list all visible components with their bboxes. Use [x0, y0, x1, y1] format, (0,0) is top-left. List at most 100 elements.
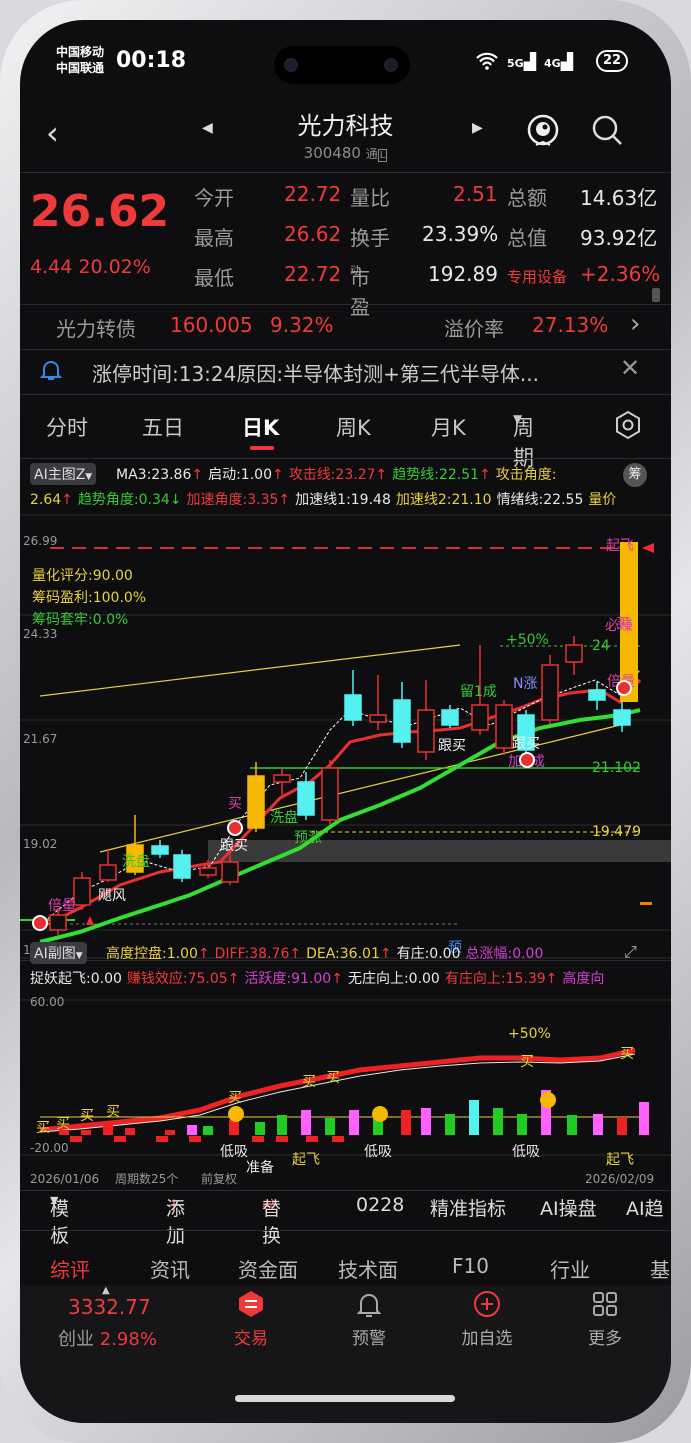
sub-bar: [125, 1128, 135, 1135]
sub-bar: [255, 1122, 265, 1135]
signal-5g-label: 5G: [507, 57, 524, 70]
settings-icon[interactable]: [613, 410, 643, 444]
open-value: 22.72: [284, 182, 342, 206]
sub-annotation-qifei: 起飞: [292, 1152, 320, 1168]
candle-body: [393, 699, 411, 743]
indicator-item: MA3:23.86↑: [116, 467, 204, 483]
more-button[interactable]: 更多: [560, 1289, 650, 1349]
ai-trend-button[interactable]: AI趋: [626, 1194, 664, 1221]
sub-neg-bar: [332, 1136, 344, 1142]
add-label: 添加: [166, 1198, 186, 1247]
tab-fenshi[interactable]: 分时: [46, 412, 88, 442]
sector-name[interactable]: 专用设备: [507, 266, 567, 287]
tab-f10[interactable]: F10: [452, 1254, 489, 1278]
more-label: 更多: [588, 1329, 622, 1349]
candle-body: [565, 644, 583, 663]
ai-op-button[interactable]: AI操盘: [540, 1194, 597, 1221]
sub-indicator-selector[interactable]: AI副图▼: [30, 942, 87, 964]
alert-button[interactable]: 预警: [324, 1289, 414, 1349]
pe-label: 市盈动: [350, 262, 370, 319]
bond-row[interactable]: 光力转债 160.005 9.32% 溢价率 27.13% ›: [20, 305, 671, 349]
indicator-item: 高度控盘:1.00↑: [106, 946, 210, 962]
indicator-item: 情绪线:22.55: [496, 492, 584, 508]
sub-y-label: 60.00: [30, 995, 64, 1009]
indicator-item: 高度向: [562, 971, 605, 987]
indicator-item: 2.64↑: [30, 492, 73, 508]
tab-rik[interactable]: 日K: [242, 412, 279, 442]
tab-zongping[interactable]: 综评: [50, 1254, 90, 1283]
chevron-right-icon: ›: [630, 309, 641, 339]
sub-bar: [277, 1115, 287, 1135]
trade-button[interactable]: 交易: [206, 1289, 296, 1349]
candle-body: [495, 704, 513, 749]
quant-score: 量化评分:90.00: [32, 568, 133, 584]
grid-icon: [593, 1292, 617, 1316]
sub-indicator-line1: 高度控盘:1.00↑ DIFF:38.76↑ DEA:36.01↑ 有庄:0.00 总涨…: [106, 943, 548, 963]
sub-bar: [593, 1114, 603, 1135]
candle-body: [613, 709, 631, 726]
precise-indicator-button[interactable]: 精准指标: [430, 1194, 506, 1221]
candle-body: [471, 704, 489, 731]
chip-distribution-button[interactable]: 筹: [623, 463, 647, 487]
mascot-icon[interactable]: [526, 112, 560, 152]
sub-bar: [203, 1126, 213, 1135]
candle-body: [151, 845, 169, 855]
tab-zhouk[interactable]: 周K: [336, 412, 371, 442]
sub-bar: [325, 1118, 335, 1135]
index-info: 创业 2.98%: [58, 1325, 157, 1351]
code-button[interactable]: 0228: [356, 1194, 404, 1216]
home-indicator[interactable]: [235, 1395, 455, 1402]
main-indicator-line2: 2.64↑ 趋势角度:0.34↓ 加速角度:3.35↑ 加速线1:19.48 加速线2:…: [30, 489, 621, 509]
low-value: 22.72: [284, 262, 342, 286]
index-value[interactable]: 3332.77: [68, 1295, 151, 1319]
tab-hangye[interactable]: 行业: [550, 1254, 590, 1283]
price-change-abs: 4.44: [30, 256, 73, 278]
sub-bar: [639, 1102, 649, 1135]
battery-indicator: 22: [596, 50, 628, 72]
search-icon[interactable]: [590, 113, 624, 151]
indicator-item: 无庄向上:0.00: [347, 971, 440, 987]
sub-chart[interactable]: 60.00 -20.00 买买买买买买 买买 买低吸 低吸 低吸准备 起飞 起飞+50% 2…: [20, 990, 671, 1190]
indicator-arrow: ↑: [197, 946, 210, 962]
status-time: 00:18: [116, 48, 187, 73]
kline-chart[interactable]: 留1成N涨跟买跟买加5成跟买洗盘洗盘预涨飓风倍量倍量买必赚起飞预买 26.99 …: [20, 510, 671, 960]
main-indicator-name: AI主图Z: [34, 467, 86, 483]
trend-line: [39, 708, 641, 944]
chart-annotation-liu1: 留1成: [460, 684, 497, 700]
low-label: 最低: [194, 266, 234, 290]
price-change: 4.44 20.02%: [30, 256, 151, 278]
signal-5g: 5G▟: [507, 52, 536, 71]
tab-wuri[interactable]: 五日: [142, 412, 184, 442]
add-watchlist-button[interactable]: 加自选: [442, 1289, 532, 1349]
divider: [20, 458, 671, 459]
tab-more[interactable]: 基: [650, 1254, 670, 1283]
candle-body: [49, 914, 67, 931]
tab-zijinmian[interactable]: 资金面: [238, 1254, 298, 1283]
amount-label: 总额: [507, 186, 547, 210]
sub-bar: [493, 1108, 503, 1135]
next-stock-icon[interactable]: ▶: [472, 120, 483, 136]
sub-annotation-mai: 买: [326, 1070, 340, 1086]
scroll-indicator: [652, 288, 660, 302]
bond-pct: 9.32%: [270, 313, 334, 337]
indicator-arrow: ↑: [331, 971, 343, 987]
date-start: 2026/01/06: [30, 1172, 99, 1186]
page-title: 光力科技: [297, 112, 394, 140]
adjust-mode: 前复权: [201, 1171, 237, 1186]
tab-zixun[interactable]: 资讯: [150, 1254, 190, 1283]
mktval-label: 总值: [507, 226, 547, 250]
indicator-arrow: ↑: [479, 467, 491, 483]
indicator-item: DEA:36.01↑: [306, 946, 392, 962]
expand-icon[interactable]: ⤢: [624, 942, 637, 962]
phone-frame: 中国移动 中国联通 00:18 5G▟ 4G▟ 22 ‹ ◀ 光力科技 30048…: [0, 0, 691, 1443]
tab-yuek[interactable]: 月K: [431, 412, 466, 442]
sub-bar: [165, 1130, 175, 1135]
limit-up-notice[interactable]: 涨停时间:13:24原因:半导体封测+第三代半导体... ✕: [20, 350, 671, 394]
candle-body: [441, 709, 459, 726]
divider: [20, 172, 671, 173]
main-indicator-selector[interactable]: AI主图Z▼: [30, 463, 97, 485]
tab-jishumian[interactable]: 技术面: [338, 1254, 398, 1283]
close-icon[interactable]: ✕: [620, 354, 640, 382]
vr-value: 2.51: [453, 182, 498, 206]
sub-bars: [59, 1090, 649, 1142]
